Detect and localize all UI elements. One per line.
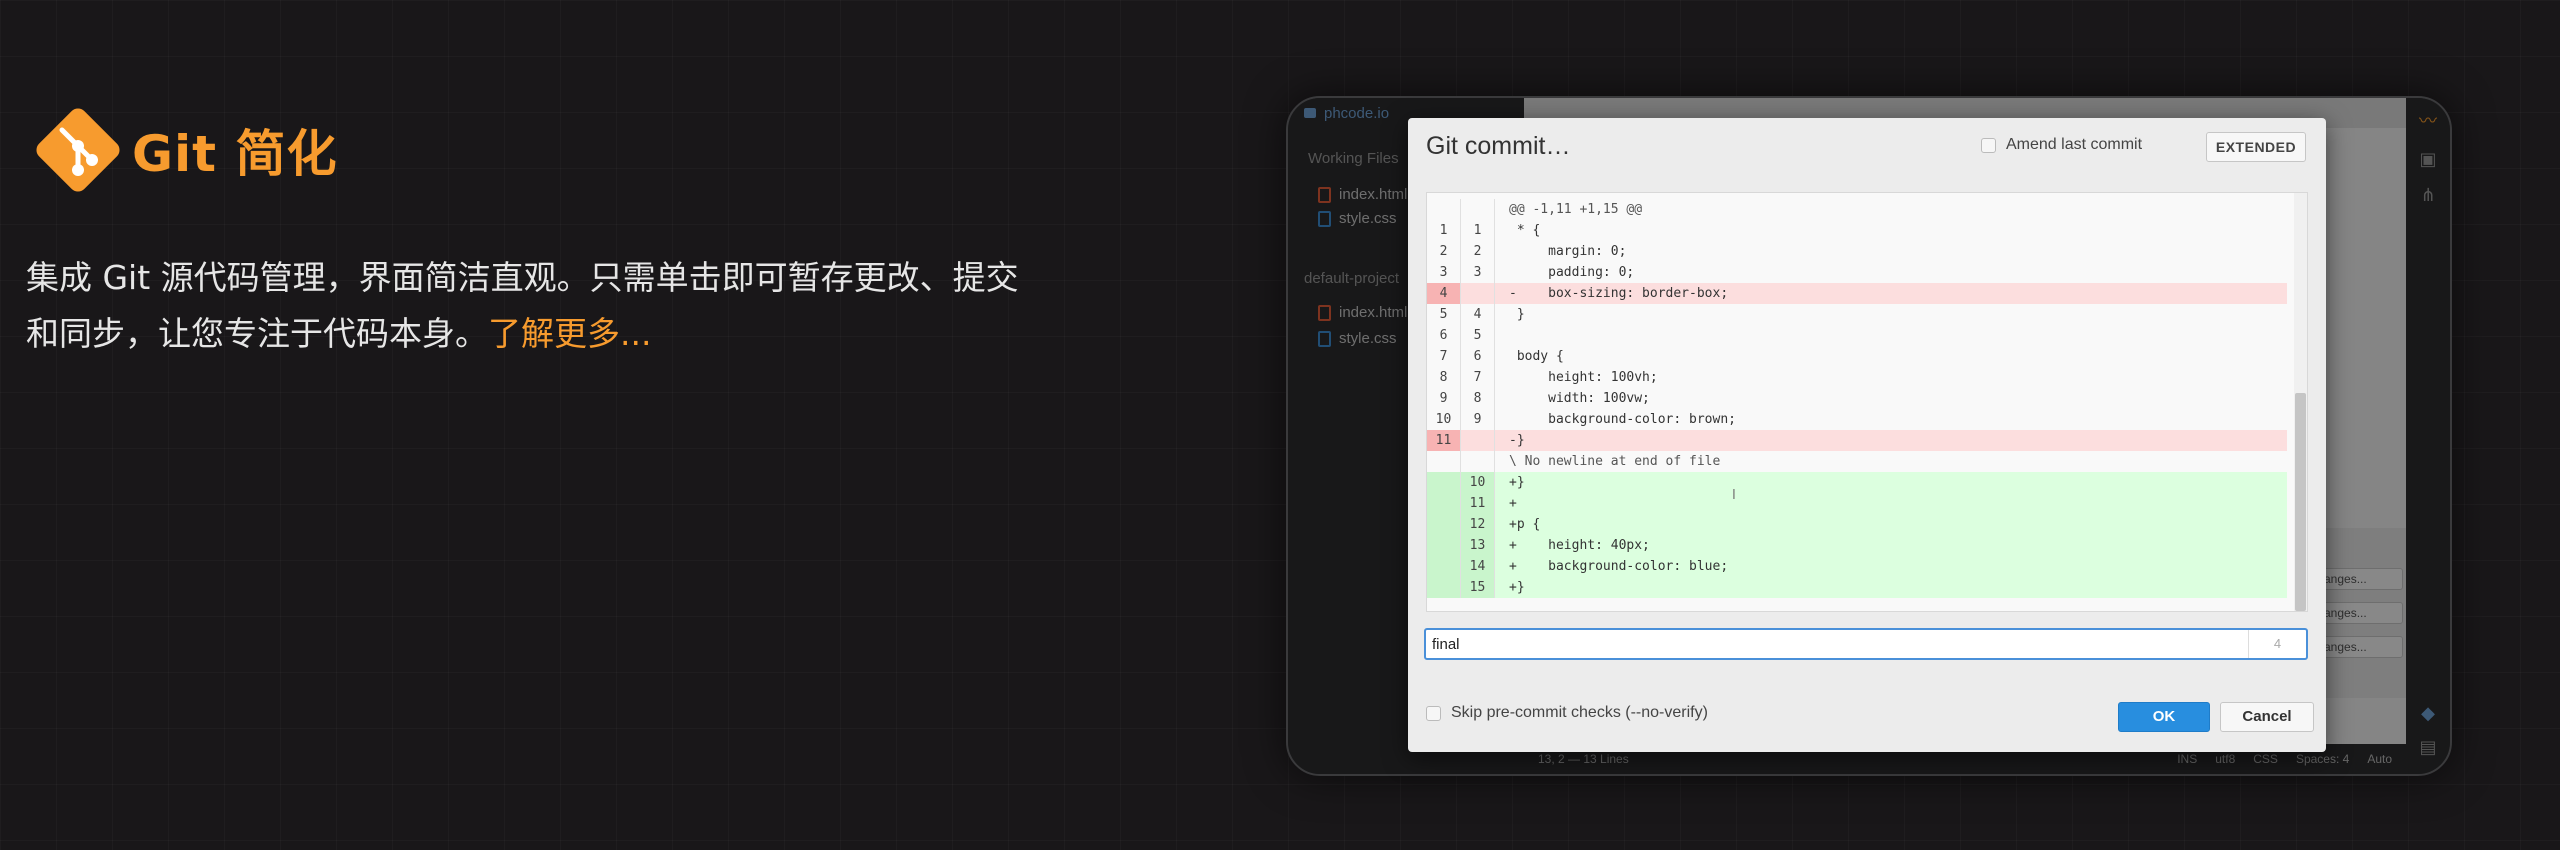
diff-code: padding: 0;	[1509, 265, 1635, 280]
old-line-number: 8	[1427, 367, 1461, 388]
diff-code: }	[1509, 307, 1525, 322]
diff-code: @@ -1,11 +1,15 @@	[1509, 202, 1643, 217]
old-line-number: 3	[1427, 262, 1461, 283]
amend-label: Amend last commit	[2006, 136, 2143, 153]
diff-line: 65	[1427, 325, 2287, 346]
old-line-number	[1427, 472, 1461, 493]
diff-line: 15 +}	[1427, 577, 2287, 598]
old-line-number: 7	[1427, 346, 1461, 367]
new-line-number: 1	[1461, 220, 1495, 241]
new-line-number: 13	[1461, 535, 1495, 556]
diff-line: 14 + background-color: blue;	[1427, 556, 2287, 577]
old-line-number: 2	[1427, 241, 1461, 262]
diff-code: margin: 0;	[1509, 244, 1627, 259]
old-line-number: 6	[1427, 325, 1461, 346]
diff-line: 98 width: 100vw;	[1427, 388, 2287, 409]
diff-line: 12 +p {	[1427, 514, 2287, 535]
diff-code: width: 100vw;	[1509, 391, 1650, 406]
diff-code: + height: 40px;	[1509, 538, 1650, 553]
diff-scrollbar-thumb[interactable]	[2295, 393, 2306, 611]
skip-precommit-checkbox[interactable]	[1426, 705, 1441, 721]
commit-message-input[interactable]: final 4	[1424, 628, 2308, 660]
old-line-number	[1427, 535, 1461, 556]
old-line-number	[1427, 514, 1461, 535]
cancel-button[interactable]: Cancel	[2220, 702, 2314, 732]
feature-title-text: Git 简化	[132, 125, 338, 183]
extended-button[interactable]: EXTENDED	[2206, 132, 2306, 162]
diff-line: 10 9 background-color: brown;	[1427, 409, 2287, 430]
feature-title: Git 简化	[28, 100, 338, 200]
commit-message-value[interactable]: final	[1426, 636, 2248, 653]
diff-line: 10 +}	[1427, 472, 2287, 493]
skip-precommit-option[interactable]: Skip pre-commit checks (--no-verify)	[1426, 704, 1708, 722]
diff-scrollbar-track[interactable]	[2294, 193, 2307, 611]
commit-message-char-count: 4	[2248, 630, 2306, 658]
amend-last-commit-option[interactable]: Amend last commit	[1981, 136, 2142, 154]
diff-code: * {	[1509, 223, 1541, 238]
diff-code: body {	[1509, 349, 1564, 364]
diff-line: 11 -}	[1427, 430, 2287, 451]
diff-code: +	[1509, 496, 1517, 511]
skip-precommit-label: Skip pre-commit checks (--no-verify)	[1451, 704, 1708, 721]
diff-hunk-header: @@ -1,11 +1,15 @@	[1427, 199, 2287, 220]
old-line-number: 10	[1427, 409, 1461, 430]
diff-line: \ No newline at end of file	[1427, 451, 2287, 472]
git-logo-icon	[36, 108, 120, 192]
new-line-number	[1461, 199, 1495, 220]
new-line-number: 6	[1461, 346, 1495, 367]
old-line-number	[1427, 556, 1461, 577]
learn-more-link[interactable]: 了解更多...	[488, 314, 651, 353]
dialog-title: Git commit…	[1426, 132, 1571, 160]
diff-code: background-color: brown;	[1509, 412, 1736, 427]
old-line-number	[1427, 493, 1461, 514]
diff-line: 33 padding: 0;	[1427, 262, 2287, 283]
diff-code: \ No newline at end of file	[1509, 454, 1721, 469]
diff-code: +}	[1509, 475, 1525, 490]
diff-line: 76 body {	[1427, 346, 2287, 367]
diff-line: 87 height: 100vh;	[1427, 367, 2287, 388]
diff-code: - box-sizing: border-box;	[1509, 286, 1729, 301]
old-line-number	[1427, 199, 1461, 220]
new-line-number: 5	[1461, 325, 1495, 346]
diff-line: 11 * {	[1427, 220, 2287, 241]
diff-code: + background-color: blue;	[1509, 559, 1729, 574]
old-line-number: 9	[1427, 388, 1461, 409]
diff-code	[1495, 325, 1509, 346]
old-line-number	[1427, 577, 1461, 598]
ok-button[interactable]: OK	[2118, 702, 2210, 732]
amend-checkbox[interactable]	[1981, 137, 1996, 153]
new-line-number: 10	[1461, 472, 1495, 493]
diff-line: 13 + height: 40px;	[1427, 535, 2287, 556]
text-cursor-icon: I	[1732, 488, 1736, 503]
new-line-number: 12	[1461, 514, 1495, 535]
feature-description: 集成 Git 源代码管理，界面简洁直观。只需单击即可暂存更改、提交和同步，让您专…	[26, 250, 1036, 362]
old-line-number: 4	[1427, 283, 1461, 304]
new-line-number: 9	[1461, 409, 1495, 430]
diff-line: 22 margin: 0;	[1427, 241, 2287, 262]
new-line-number: 7	[1461, 367, 1495, 388]
diff-view[interactable]: 15 +} 14 + background-color: blue; 13 + heigh…	[1426, 192, 2308, 612]
diff-line: 11 +	[1427, 493, 2287, 514]
old-line-number	[1427, 451, 1461, 472]
diff-line: 54 }	[1427, 304, 2287, 325]
old-line-number: 5	[1427, 304, 1461, 325]
new-line-number: 11	[1461, 493, 1495, 514]
diff-line: 4 - box-sizing: border-box;	[1427, 283, 2287, 304]
old-line-number: 11	[1427, 430, 1461, 451]
new-line-number: 4	[1461, 304, 1495, 325]
new-line-number	[1461, 283, 1495, 304]
new-line-number	[1461, 451, 1495, 472]
git-commit-dialog: Git commit… Amend last commit EXTENDED 1…	[1408, 118, 2326, 752]
diff-code: height: 100vh;	[1509, 370, 1658, 385]
new-line-number: 3	[1461, 262, 1495, 283]
diff-code: +p {	[1509, 517, 1541, 532]
new-line-number: 2	[1461, 241, 1495, 262]
new-line-number: 14	[1461, 556, 1495, 577]
new-line-number: 8	[1461, 388, 1495, 409]
new-line-number: 15	[1461, 577, 1495, 598]
new-line-number	[1461, 430, 1495, 451]
diff-code: +}	[1509, 580, 1525, 595]
old-line-number: 1	[1427, 220, 1461, 241]
diff-code: -}	[1509, 433, 1525, 448]
